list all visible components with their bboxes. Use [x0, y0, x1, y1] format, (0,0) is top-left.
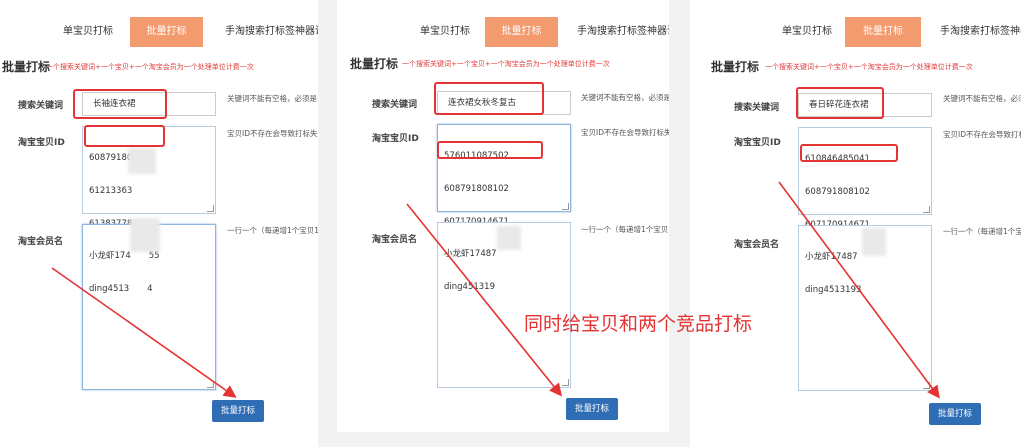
arrow-panel-3	[778, 181, 940, 399]
annotation-arrows	[51, 181, 940, 399]
arrow-panel-2	[406, 203, 563, 397]
annotation-caption: 同时给宝贝和两个竞品打标	[524, 313, 753, 335]
arrow-panel-1	[51, 267, 237, 398]
